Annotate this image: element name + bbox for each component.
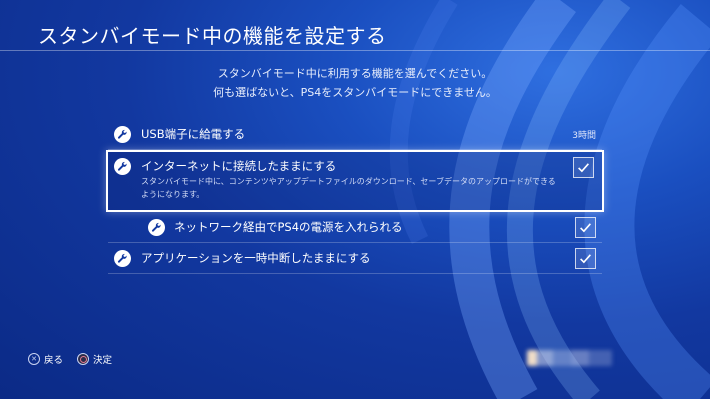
title-divider <box>0 50 710 51</box>
checkbox[interactable] <box>575 248 596 269</box>
option-remote-power-on[interactable]: ネットワーク経由でPS4の電源を入れられる <box>108 212 602 243</box>
wrench-icon <box>114 158 131 175</box>
instruction-text: スタンバイモード中に利用する機能を選んでください。 何も選ばないと、PS4をスタ… <box>0 64 710 102</box>
wrench-icon <box>114 126 131 143</box>
button-guide: ✕ 戻る 決定 <box>28 352 112 366</box>
checkmark-icon <box>580 223 591 233</box>
option-value: 3時間 <box>572 131 596 141</box>
page-title: スタンバイモード中の機能を設定する <box>38 24 387 48</box>
confirm-label: 決定 <box>93 355 113 366</box>
option-keep-app-suspended[interactable]: アプリケーションを一時中断したままにする <box>108 243 602 274</box>
cross-button-icon: ✕ <box>28 353 40 365</box>
option-label: インターネットに接続したままにする <box>141 159 337 173</box>
instruction-line-2: 何も選ばないと、PS4をスタンバイモードにできません。 <box>213 86 497 99</box>
option-label: USB端子に給電する <box>141 127 246 141</box>
option-label: ネットワーク経由でPS4の電源を入れられる <box>174 220 403 234</box>
checkmark-icon <box>578 163 589 173</box>
confirm-button[interactable]: 決定 <box>77 352 112 366</box>
instruction-line-1: スタンバイモード中に利用する機能を選んでください。 <box>217 67 493 80</box>
back-button[interactable]: ✕ 戻る <box>28 352 63 366</box>
circle-button-icon <box>77 353 90 365</box>
option-label: アプリケーションを一時中断したままにする <box>141 251 371 265</box>
back-label: 戻る <box>44 355 64 366</box>
wrench-icon <box>148 219 165 236</box>
blurred-user-info <box>527 350 612 366</box>
option-description: スタンバイモード中に、コンテンツやアップデートファイルのダウンロード、セーブデー… <box>141 177 556 199</box>
option-usb-power[interactable]: USB端子に給電する 3時間 <box>108 119 602 150</box>
checkbox[interactable] <box>573 157 594 178</box>
standby-options-list: USB端子に給電する 3時間 インターネットに接続したままにする スタンバイモー… <box>106 119 604 274</box>
checkbox[interactable] <box>575 217 596 238</box>
checkmark-icon <box>580 254 591 264</box>
wrench-icon <box>114 250 131 267</box>
option-stay-connected[interactable]: インターネットに接続したままにする スタンバイモード中に、コンテンツやアップデー… <box>106 150 604 212</box>
